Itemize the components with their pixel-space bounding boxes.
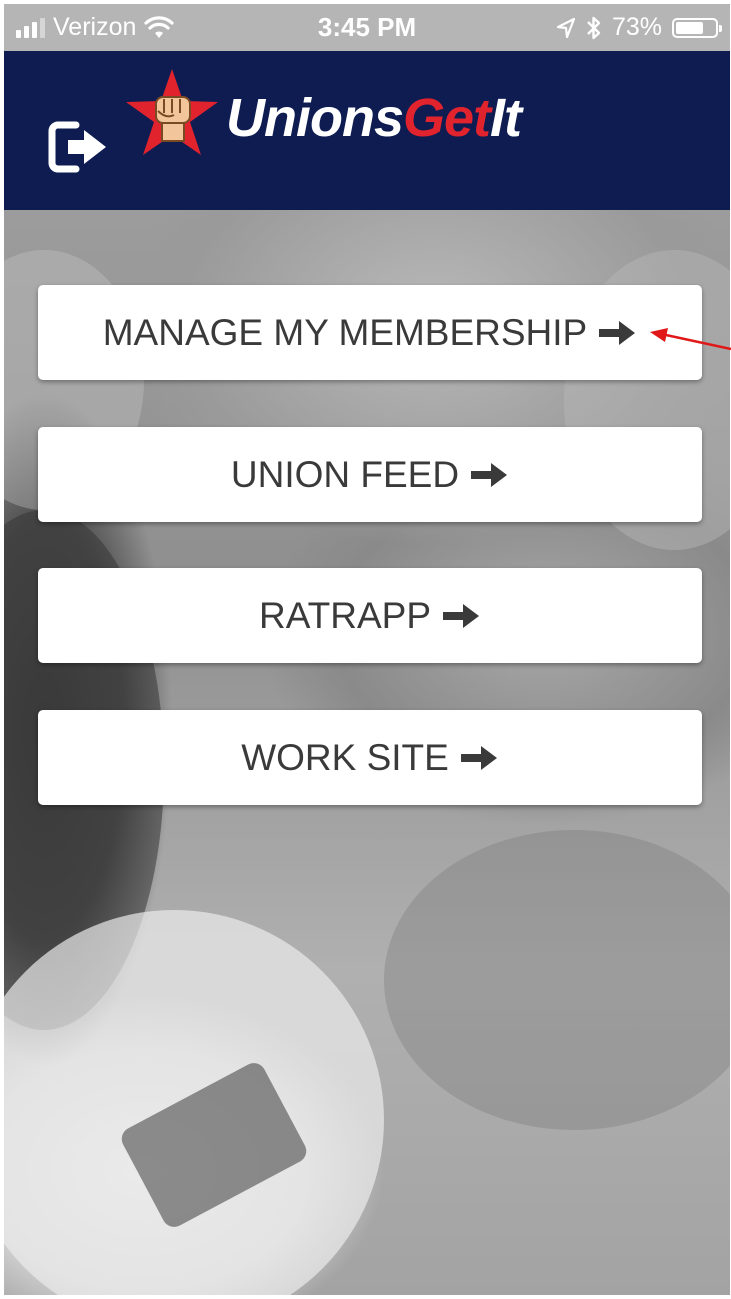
arrow-right-icon [460, 745, 497, 770]
union-feed-label: UNION FEED [230, 453, 460, 495]
fist-star-icon [126, 69, 218, 155]
app-logo: UnionsGetIt [226, 87, 522, 149]
ratrapp-button[interactable]: RATRAPP [38, 568, 702, 663]
bluetooth-icon [587, 16, 601, 39]
status-bar: Verizon 3:45 PM 73% [4, 4, 730, 51]
logo-word-get: Get [403, 88, 491, 148]
logo-word-unions: Unions [226, 88, 404, 148]
union-feed-button[interactable]: UNION FEED [38, 427, 702, 522]
app-header: UnionsGetIt [4, 51, 730, 210]
arrow-right-icon [599, 320, 636, 345]
arrow-right-icon [443, 603, 479, 628]
ratrapp-label: RATRAPP [258, 594, 431, 636]
status-right: 73% [556, 4, 722, 51]
app-screen: Verizon 3:45 PM 73% UnionsGetIt MANAGE M… [4, 4, 730, 1295]
battery-icon [672, 17, 722, 38]
location-icon [556, 17, 576, 38]
manage-membership-button[interactable]: MANAGE MY MEMBERSHIP [38, 285, 702, 380]
arrow-right-icon [471, 462, 508, 487]
work-site-button[interactable]: WORK SITE [38, 710, 702, 805]
battery-level [676, 21, 703, 34]
logout-icon[interactable] [46, 119, 112, 175]
work-site-label: WORK SITE [241, 736, 449, 778]
manage-membership-label: MANAGE MY MEMBERSHIP [102, 311, 588, 353]
battery-percent: 73% [611, 13, 662, 41]
logo-word-it: It [490, 88, 522, 148]
